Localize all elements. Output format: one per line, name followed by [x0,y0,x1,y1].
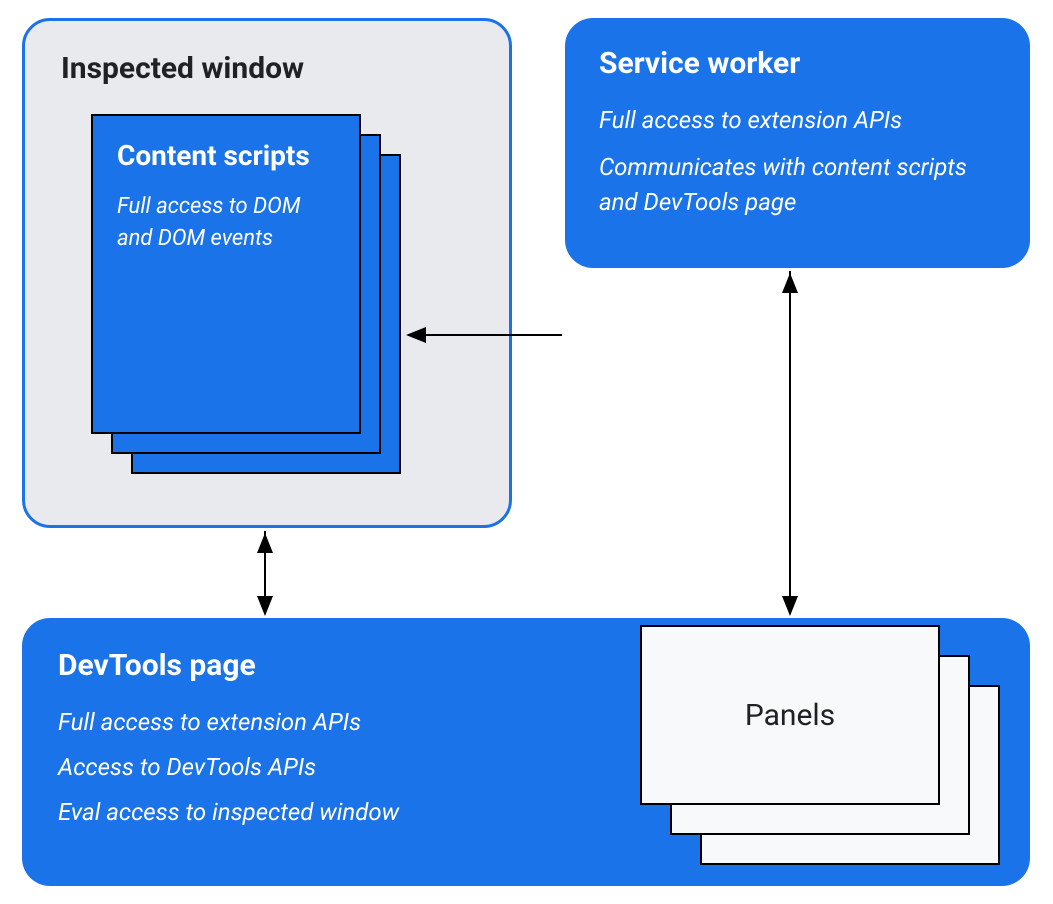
service-worker-desc-2: Communicates with content scripts and De… [599,150,996,220]
panel-card-front: Panels [640,625,940,805]
inspected-window-title: Inspected window [61,51,473,86]
architecture-diagram: Inspected window Content scripts Full ac… [0,0,1053,904]
panels-label: Panels [745,698,835,733]
inspected-window-box: Inspected window Content scripts Full ac… [22,18,512,528]
service-worker-title: Service worker [599,46,996,81]
content-scripts-stack: Content scripts Full access to DOM and D… [91,114,381,469]
service-worker-desc-1: Full access to extension APIs [599,103,996,138]
service-worker-box: Service worker Full access to extension … [565,18,1030,268]
panels-stack: Panels [640,625,1000,865]
content-scripts-desc: Full access to DOM and DOM events [117,191,335,255]
content-scripts-title: Content scripts [117,138,335,173]
content-scripts-card-front: Content scripts Full access to DOM and D… [91,114,361,434]
